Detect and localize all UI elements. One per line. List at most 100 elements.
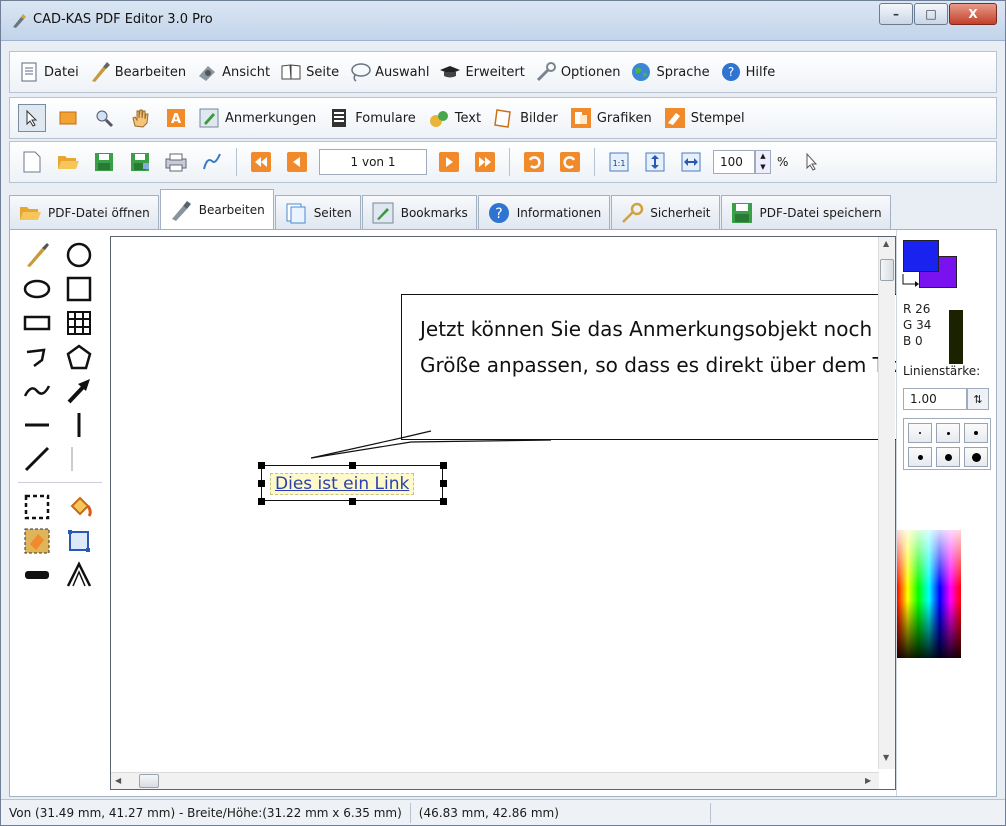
rectangle-tool-icon[interactable] [22, 308, 52, 338]
point-size-6[interactable] [964, 447, 988, 467]
point-size-5[interactable] [936, 447, 960, 467]
minimize-button[interactable]: – [879, 3, 913, 25]
status-bar: Von (31.49 mm, 41.27 mm) - Breite/Höhe:(… [1, 799, 1005, 825]
print-button[interactable] [162, 148, 190, 176]
toolbar-anmerkungen[interactable]: Anmerkungen [198, 107, 316, 129]
rotate-right-button[interactable] [556, 148, 584, 176]
zoom-input[interactable]: 100 [713, 150, 755, 174]
scroll-up-icon[interactable]: ▲ [883, 239, 889, 248]
menu-hilfe[interactable]: ? Hilfe [720, 61, 775, 83]
resize-handle-nw[interactable] [258, 462, 265, 469]
toolbar-fomulare[interactable]: Fomulare [328, 107, 416, 129]
menu-sprache[interactable]: Sprache [630, 61, 710, 83]
square-tool-icon[interactable] [64, 274, 94, 304]
fill-select-icon[interactable] [22, 526, 52, 556]
horizontal-line-tool-icon[interactable] [22, 410, 52, 440]
select-tool-button[interactable] [18, 104, 46, 132]
thick-line-tool-icon[interactable] [22, 560, 52, 590]
diagonal-line-tool-icon[interactable] [22, 444, 52, 474]
polygon-tool-icon[interactable] [64, 342, 94, 372]
previous-page-button[interactable] [283, 148, 311, 176]
next-page-button[interactable] [435, 148, 463, 176]
tab-seiten[interactable]: Seiten [274, 195, 361, 229]
fit-width-button[interactable] [677, 148, 705, 176]
point-size-2[interactable] [936, 423, 960, 443]
menu-seite[interactable]: Seite [280, 61, 339, 83]
menu-ansicht[interactable]: Ansicht [196, 61, 270, 83]
toolbar-text[interactable]: Text [428, 107, 481, 129]
foreground-color-swatch[interactable] [903, 240, 939, 272]
resize-handle-n[interactable] [349, 462, 356, 469]
vertical-line-tool-icon[interactable] [64, 410, 94, 440]
menu-auswahl[interactable]: Auswahl [349, 61, 429, 83]
link-text[interactable]: Dies ist ein Link [270, 473, 415, 495]
transform-tool-icon[interactable] [64, 526, 94, 556]
zoom-tool-button[interactable] [90, 104, 118, 132]
zoom-stepper[interactable]: ▲ ▼ [755, 150, 771, 174]
scroll-left-icon[interactable]: ◀ [115, 776, 121, 785]
page-number-field[interactable]: 1 von 1 [319, 149, 427, 175]
save-button[interactable] [90, 148, 118, 176]
brush-tool-icon[interactable] [22, 240, 52, 270]
marquee-select-icon[interactable] [22, 492, 52, 522]
scroll-down-icon[interactable]: ▼ [883, 753, 889, 762]
color-spectrum-picker[interactable] [897, 530, 961, 658]
ellipse-tool-icon[interactable] [22, 274, 52, 304]
menu-bearbeiten[interactable]: Bearbeiten [89, 61, 186, 83]
rotate-left-button[interactable] [520, 148, 548, 176]
menu-datei[interactable]: Datei [18, 61, 79, 83]
menu-erweitert[interactable]: Erweitert [439, 61, 525, 83]
circle-tool-icon[interactable] [64, 240, 94, 270]
resize-handle-se[interactable] [440, 498, 447, 505]
polyline-tool-icon[interactable] [22, 342, 52, 372]
close-button[interactable]: X [949, 3, 997, 25]
tab-sicherheit[interactable]: Sicherheit [611, 195, 720, 229]
line-width-stepper[interactable]: ⇅ [967, 388, 989, 410]
line-width-input[interactable]: 1.00 [903, 388, 967, 410]
maximize-button[interactable]: □ [914, 3, 948, 25]
vertical-scrollbar[interactable]: ▲ ▼ [878, 237, 895, 769]
toolbar-bilder[interactable]: Bilder [493, 107, 558, 129]
hand-tool-button[interactable] [126, 104, 154, 132]
resize-handle-w[interactable] [258, 480, 265, 487]
thin-line-tool-icon[interactable] [64, 444, 94, 474]
point-size-3[interactable] [964, 423, 988, 443]
curve-tool-icon[interactable] [22, 376, 52, 406]
rectangle-select-button[interactable] [54, 104, 82, 132]
arrow-tool-icon[interactable] [64, 376, 94, 406]
open-button[interactable] [54, 148, 82, 176]
point-size-4[interactable] [908, 447, 932, 467]
save-as-button[interactable] [126, 148, 154, 176]
sign-button[interactable] [198, 148, 226, 176]
tab-bearbeiten[interactable]: Bearbeiten [159, 189, 274, 229]
pointer-icon[interactable] [804, 152, 820, 172]
actual-size-button[interactable]: 1:1 [605, 148, 633, 176]
resize-handle-s[interactable] [349, 498, 356, 505]
tab-informationen[interactable]: ? Informationen [477, 195, 611, 229]
horizontal-scroll-thumb[interactable] [139, 774, 159, 788]
tab-pdf-speichern[interactable]: PDF-Datei speichern [720, 195, 891, 229]
tab-pdf-oeffnen[interactable]: PDF-Datei öffnen [9, 195, 159, 229]
tab-bookmarks[interactable]: Bookmarks [361, 195, 477, 229]
fit-height-button[interactable] [641, 148, 669, 176]
horizontal-scrollbar[interactable]: ◀ ▶ [111, 772, 879, 789]
link-annotation[interactable]: Dies ist ein Link [258, 462, 447, 505]
resize-handle-sw[interactable] [258, 498, 265, 505]
point-size-1[interactable] [908, 423, 932, 443]
resize-handle-e[interactable] [440, 480, 447, 487]
vertical-scroll-thumb[interactable] [880, 259, 894, 281]
paint-bucket-icon[interactable] [64, 492, 94, 522]
last-page-button[interactable] [471, 148, 499, 176]
resize-handle-ne[interactable] [440, 462, 447, 469]
toolbar-grafiken[interactable]: Grafiken [570, 107, 652, 129]
first-page-button[interactable] [247, 148, 275, 176]
swap-colors-icon[interactable] [901, 272, 921, 288]
table-tool-icon[interactable] [64, 308, 94, 338]
menu-optionen[interactable]: Optionen [535, 61, 620, 83]
text-tool-button[interactable]: A [162, 104, 190, 132]
scroll-right-icon[interactable]: ▶ [865, 776, 871, 785]
new-document-button[interactable] [18, 148, 46, 176]
pdf-canvas[interactable]: Jetzt können Sie das Anmerkungsobjekt no… [110, 236, 989, 790]
angle-tool-icon[interactable] [64, 560, 94, 590]
toolbar-stempel[interactable]: Stempel [664, 107, 745, 129]
